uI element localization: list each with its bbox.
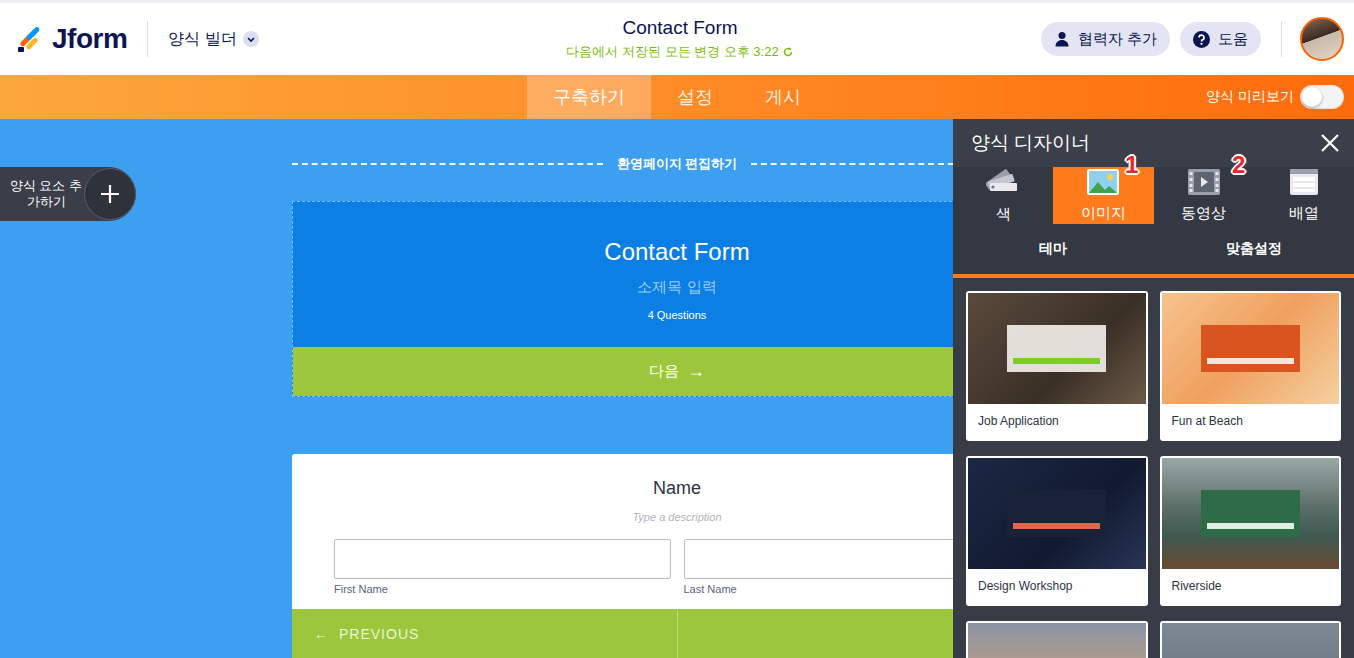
- preview-label[interactable]: 양식 미리보기: [1206, 88, 1294, 106]
- nav-tab-label[interactable]: 게시: [765, 85, 801, 109]
- builder-menu-label[interactable]: 양식 빌더: [168, 29, 236, 50]
- designer-tab-label[interactable]: 이미지: [1081, 204, 1126, 223]
- designer-tab[interactable]: 색: [953, 167, 1053, 224]
- image-icon: [1086, 168, 1120, 196]
- name-field: Last Name: [684, 539, 954, 595]
- theme-preview: [1162, 458, 1340, 569]
- theme-card[interactable]: Fun at Beach: [1160, 291, 1342, 441]
- theme-card[interactable]: [1160, 621, 1342, 658]
- theme-name[interactable]: Fun at Beach: [1162, 404, 1340, 439]
- previous-button[interactable]: ← PREVIOUS: [292, 609, 677, 658]
- theme-preview: [968, 458, 1146, 569]
- designer-subtab[interactable]: 테마: [953, 224, 1154, 274]
- welcome-card[interactable]: Contact Form 소제목 입력 4 Questions 다음 →: [292, 201, 953, 397]
- form-canvas: 환영페이지 편집하기 Contact Form 소제목 입력 4 Questions 다…: [0, 119, 953, 658]
- preview-toggle[interactable]: [1300, 85, 1344, 109]
- layout-icon: [1289, 168, 1319, 196]
- top-bar: Jform 양식 빌더 Contact Form 다음에서 저장된 모든 변경 오후 …: [0, 0, 1354, 75]
- nav-tab-label[interactable]: 구축하기: [553, 85, 625, 109]
- add-element-label[interactable]: 양식 요소 추가하기: [0, 178, 84, 209]
- nav-bar: 구축하기 설정 게시 양식 미리보기: [0, 75, 1354, 119]
- annotation-number: 2: [1232, 151, 1245, 179]
- field-label: Last Name: [684, 583, 954, 595]
- edit-welcome-label[interactable]: 환영페이지 편집하기: [617, 155, 738, 173]
- designer-tabs: 색이미지동영상배열12: [953, 167, 1354, 224]
- annotation-number: 1: [1125, 151, 1138, 179]
- arrow-right-icon: →: [687, 361, 705, 382]
- theme-preview: [1162, 623, 1340, 658]
- welcome-subtitle[interactable]: 소제목 입력: [637, 278, 716, 297]
- edit-welcome-page[interactable]: 환영페이지 편집하기: [292, 155, 953, 173]
- form-designer-panel: 양식 디자이너색 이미지 동영상 배열 1 2 테마맞춤설정 Job Application F…: [953, 119, 1354, 658]
- divider: [147, 21, 148, 57]
- button-label: 도움: [1218, 30, 1248, 49]
- designer-tab[interactable]: 배열: [1254, 167, 1354, 224]
- help-button[interactable]: 도움: [1180, 22, 1261, 56]
- save-status-text: 다음에서 저장된 모든 변경 오후 3:22: [566, 43, 778, 61]
- designer-tab-label[interactable]: 배열: [1289, 204, 1319, 223]
- theme-name[interactable]: Riverside: [1162, 569, 1340, 604]
- collaborator-button[interactable]: 협력자 추가: [1041, 22, 1170, 56]
- nav-tab[interactable]: 게시: [739, 75, 827, 119]
- nav-tab[interactable]: 구축하기: [527, 75, 651, 119]
- question-footer: ← PREVIOUS: [292, 609, 953, 658]
- theme-preview: [1162, 293, 1340, 404]
- question-count: 4 Questions: [648, 309, 707, 321]
- previous-label: PREVIOUS: [339, 626, 419, 642]
- nav-tab[interactable]: 설정: [651, 75, 739, 119]
- theme-card[interactable]: [966, 621, 1148, 658]
- jform-logo[interactable]: Jform: [16, 23, 127, 55]
- button-label: 협력자 추가: [1078, 30, 1157, 49]
- add-circle: [84, 168, 136, 220]
- toggle-knob: [1302, 87, 1322, 107]
- welcome-title[interactable]: Contact Form: [604, 238, 749, 266]
- theme-preview: [968, 293, 1146, 404]
- add-element-button[interactable]: 양식 요소 추가하기: [0, 167, 136, 221]
- theme-card[interactable]: Job Application: [966, 291, 1148, 441]
- question-card: Name Type a description First Name Last Nam…: [292, 454, 953, 658]
- next-label: 다음: [649, 362, 679, 381]
- user-avatar[interactable]: [1300, 17, 1344, 61]
- builder-menu[interactable]: 양식 빌더: [168, 29, 258, 50]
- person-icon: [1054, 31, 1070, 47]
- theme-preview: [968, 623, 1146, 658]
- divider: [1281, 21, 1282, 57]
- theme-gallery: Job Application Fun at Beach Design Worksh…: [953, 278, 1354, 658]
- question-title[interactable]: Name: [653, 478, 701, 499]
- close-icon[interactable]: [1320, 133, 1340, 153]
- name-field: First Name: [334, 539, 671, 595]
- question-icon: [1193, 31, 1210, 48]
- field-label: First Name: [334, 583, 671, 595]
- video-icon: [1187, 168, 1221, 196]
- designer-subtabs: 테마맞춤설정: [953, 224, 1354, 278]
- refresh-icon: [782, 46, 794, 58]
- designer-tab[interactable]: 이미지: [1053, 167, 1153, 224]
- plus-icon: [99, 183, 121, 205]
- form-preview: 양식 미리보기: [827, 75, 1354, 119]
- save-status: 다음에서 저장된 모든 변경 오후 3:22: [566, 43, 793, 61]
- arrow-left-icon: ←: [314, 626, 329, 642]
- designer-tab-label[interactable]: 색: [996, 205, 1011, 224]
- nav-tab-label[interactable]: 설정: [677, 85, 713, 109]
- theme-name[interactable]: Design Workshop: [968, 569, 1146, 604]
- palette-icon: [986, 167, 1020, 197]
- next-area: [677, 609, 954, 658]
- chevron-down-icon[interactable]: [243, 31, 259, 47]
- builder-tabs: 구축하기 설정 게시: [527, 75, 827, 119]
- designer-tab-label[interactable]: 동영상: [1181, 204, 1226, 223]
- theme-card[interactable]: Riverside: [1160, 456, 1342, 606]
- designer-title: 양식 디자이너: [971, 130, 1090, 156]
- form-title[interactable]: Contact Form: [622, 17, 737, 39]
- text-input[interactable]: [334, 539, 671, 579]
- theme-name[interactable]: Job Application: [968, 404, 1146, 439]
- jform-logo-icon: [16, 25, 44, 53]
- designer-subtab[interactable]: 맞춤설정: [1154, 224, 1354, 274]
- theme-card[interactable]: Design Workshop: [966, 456, 1148, 606]
- text-input[interactable]: [684, 539, 954, 579]
- next-button[interactable]: 다음 →: [293, 347, 953, 396]
- logo-text: Jform: [52, 23, 127, 55]
- question-description[interactable]: Type a description: [632, 511, 721, 523]
- workspace: 환영페이지 편집하기 Contact Form 소제목 입력 4 Questions 다…: [0, 119, 1354, 658]
